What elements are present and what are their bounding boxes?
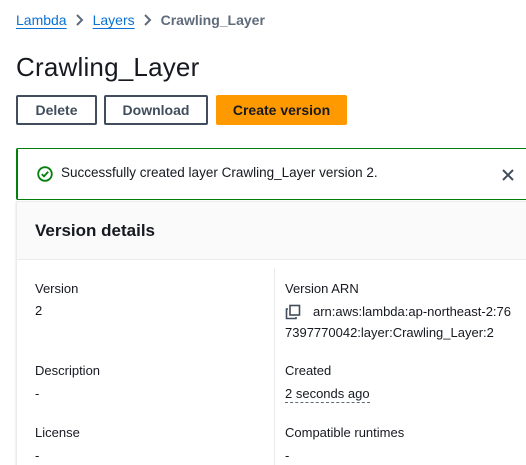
compatible-runtimes-label: Compatible runtimes bbox=[285, 425, 405, 440]
flash-message: Successfully created layer Crawling_Laye… bbox=[61, 165, 378, 180]
breadcrumb-lambda-link[interactable]: Lambda bbox=[16, 12, 67, 28]
copy-icon[interactable] bbox=[285, 304, 301, 320]
chevron-right-icon bbox=[135, 14, 161, 26]
close-icon[interactable] bbox=[498, 165, 518, 185]
check-circle-icon bbox=[37, 166, 53, 182]
page-title: Crawling_Layer bbox=[16, 52, 200, 82]
version-arn-value: arn:aws:lambda:ap-northeast-2:7673977700… bbox=[285, 304, 512, 340]
download-button[interactable]: Download bbox=[104, 95, 208, 125]
compatible-runtimes-value: - bbox=[285, 448, 290, 463]
created-label: Created bbox=[285, 363, 332, 378]
create-version-button[interactable]: Create version bbox=[216, 95, 347, 125]
description-value: - bbox=[35, 386, 40, 401]
delete-button[interactable]: Delete bbox=[16, 95, 97, 125]
version-value: 2 bbox=[35, 303, 43, 318]
description-label: Description bbox=[35, 363, 101, 378]
column-divider bbox=[274, 268, 275, 465]
version-details-panel: Version details Version 2 Version ARN ar… bbox=[16, 201, 526, 465]
created-value[interactable]: 2 seconds ago bbox=[285, 386, 370, 403]
success-flashbar: Successfully created layer Crawling_Laye… bbox=[16, 148, 526, 200]
version-arn-label: Version ARN bbox=[285, 281, 359, 296]
panel-header: Version details bbox=[17, 202, 526, 260]
breadcrumb: Lambda Layers Crawling_Layer bbox=[16, 10, 265, 30]
panel-title: Version details bbox=[35, 221, 155, 240]
license-label: License bbox=[35, 425, 80, 440]
license-value: - bbox=[35, 448, 40, 463]
breadcrumb-current: Crawling_Layer bbox=[160, 12, 265, 28]
version-label: Version bbox=[35, 281, 79, 296]
breadcrumb-layers-link[interactable]: Layers bbox=[93, 12, 135, 28]
chevron-right-icon bbox=[67, 14, 93, 26]
version-arn: arn:aws:lambda:ap-northeast-2:7673977700… bbox=[285, 301, 515, 343]
